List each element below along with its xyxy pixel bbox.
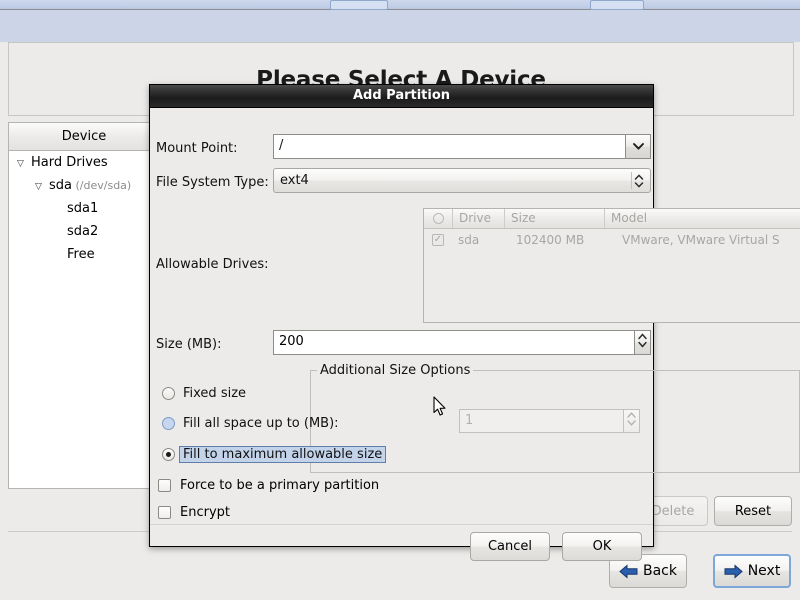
checkbox-checked-icon: ✓ [432, 234, 444, 246]
drive-model-cell: VMware, VMware Virtual S [622, 233, 780, 247]
drives-column-size: Size [504, 209, 604, 228]
device-tree-row-label: Hard Drives [31, 155, 108, 170]
dialog-body: Mount Point: / File System Type: ext4 Al… [150, 108, 800, 561]
additional-size-options-legend: Additional Size Options [317, 363, 474, 378]
checkbox-encrypt-label: Encrypt [180, 505, 230, 520]
toolbar-ghost-button-1[interactable] [330, 0, 388, 10]
triangle-down-icon[interactable]: ▽ [17, 153, 31, 176]
device-tree-row-label: sda1 [67, 201, 99, 216]
device-column-header[interactable]: Device [9, 123, 160, 151]
installer-toolbar [0, 0, 800, 10]
installer-banner [0, 10, 800, 42]
drives-column-select [424, 209, 452, 228]
file-system-type-select[interactable]: ext4 [273, 168, 651, 193]
add-partition-dialog: Add Partition Mount Point: / File System… [149, 84, 800, 561]
arrow-left-icon [619, 563, 638, 579]
fill-up-to-input: 1 [459, 409, 624, 433]
spinner-up-down-icon-disabled [626, 410, 637, 432]
checkbox-encrypt[interactable]: Encrypt [158, 505, 230, 520]
allowable-drives-row: ✓ sda 102400 MB VMware, VMware Virtual S [424, 229, 800, 251]
select-all-radio-icon [432, 213, 444, 224]
size-input[interactable]: 200 [273, 330, 635, 355]
chevron-up-down-icon [634, 169, 644, 192]
mount-point-label: Mount Point: [156, 141, 238, 156]
back-button-label: Back [643, 563, 677, 579]
fill-up-to-spinner [624, 409, 640, 433]
size-spinner[interactable] [635, 330, 651, 355]
radio-fixed-size[interactable]: Fixed size [162, 386, 246, 401]
radio-fill-to-max-label: Fill to maximum allowable size [179, 446, 387, 463]
dialog-action-separator [150, 524, 653, 525]
device-tree-row-label: sda [49, 178, 72, 193]
radio-fill-all-space[interactable]: Fill all space up to (MB): [162, 416, 339, 431]
next-button[interactable]: Next [713, 554, 791, 588]
file-system-type-value: ext4 [280, 173, 309, 188]
drive-name-cell: sda [458, 233, 480, 247]
device-tree-row-label: Free [67, 247, 95, 262]
device-tree-row-label: sda2 [67, 224, 99, 239]
reset-button[interactable]: Reset [714, 496, 792, 526]
radio-fill-to-max[interactable]: Fill to maximum allowable size [162, 446, 387, 463]
allowable-drives-header: Drive Size Model [424, 209, 800, 229]
chevron-down-icon [632, 139, 644, 154]
checkbox-force-primary[interactable]: Force to be a primary partition [158, 478, 379, 493]
drive-size-cell: 102400 MB [516, 233, 585, 247]
file-system-type-label: File System Type: [156, 175, 269, 190]
spinner-up-down-icon [637, 331, 648, 354]
cancel-button[interactable]: Cancel [470, 532, 550, 561]
checkbox-force-primary-label: Force to be a primary partition [180, 478, 380, 493]
ok-button[interactable]: OK [562, 532, 642, 561]
arrow-right-icon [724, 563, 743, 579]
radio-fixed-size-label: Fixed size [183, 386, 247, 401]
device-tree-row-sublabel: (/dev/sda) [72, 179, 132, 192]
allowable-drives-table[interactable]: Drive Size Model ✓ sda 102400 MB VMware, VM… [423, 208, 800, 323]
radio-fill-all-space-icon [162, 417, 175, 430]
mount-point-dropdown-button[interactable] [626, 134, 651, 159]
size-label: Size (MB): [156, 337, 222, 352]
drive-select-cell: ✓ [424, 234, 452, 246]
navigation-bar: Back Next [0, 548, 800, 594]
dialog-titlebar[interactable]: Add Partition [150, 85, 653, 108]
radio-fill-all-space-label: Fill all space up to (MB): [183, 416, 339, 431]
checkbox-force-primary-box [158, 479, 171, 492]
select-divider [631, 172, 632, 189]
radio-fill-to-max-icon [162, 448, 175, 461]
drives-column-drive: Drive [452, 209, 504, 228]
next-button-label: Next [747, 563, 781, 579]
radio-fixed-size-icon [162, 387, 175, 400]
toolbar-ghost-button-2[interactable] [590, 0, 644, 10]
mount-point-input[interactable]: / [273, 134, 626, 159]
allowable-drives-rows: ✓ sda 102400 MB VMware, VMware Virtual S [424, 229, 800, 251]
drives-column-model: Model [604, 209, 800, 228]
checkbox-encrypt-box [158, 506, 171, 519]
allowable-drives-label: Allowable Drives: [156, 257, 269, 272]
mouse-cursor [433, 396, 447, 417]
triangle-down-icon[interactable]: ▽ [35, 176, 49, 199]
